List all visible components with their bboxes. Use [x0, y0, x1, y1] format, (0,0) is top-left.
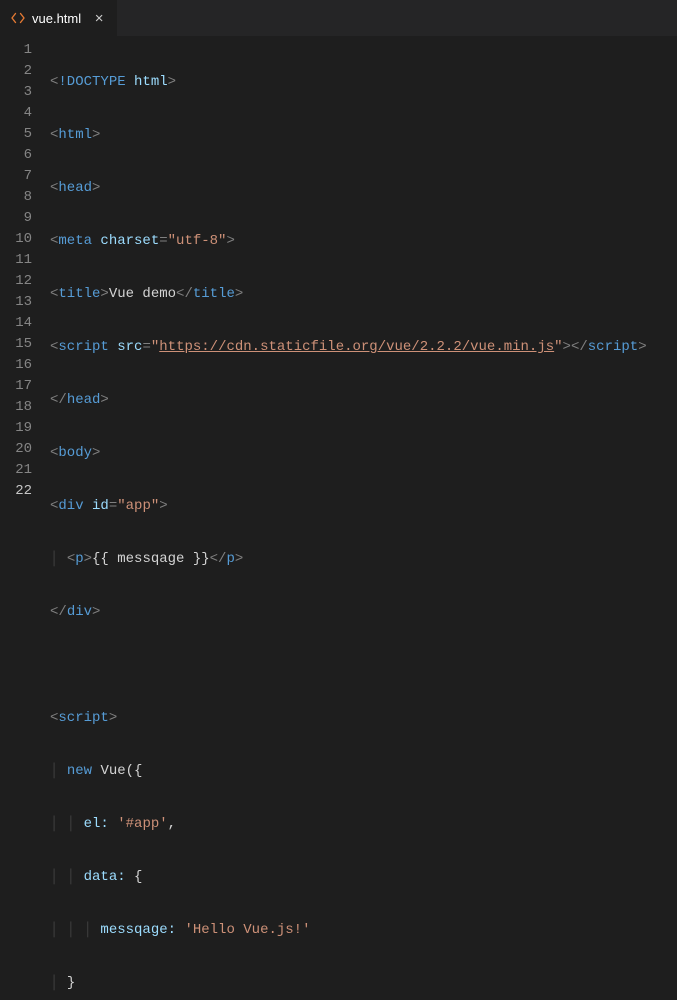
editor: 1 2 3 4 5 6 7 8 9 10 11 12 13 14 15 16 1…	[0, 36, 677, 500]
line-number: 19	[0, 418, 32, 439]
line-number: 14	[0, 313, 32, 334]
line-number: 7	[0, 166, 32, 187]
code-line: </head>	[50, 390, 677, 411]
code-line: │ <p>{{ messqage }}</p>	[50, 549, 677, 570]
line-number: 1	[0, 40, 32, 61]
line-number: 8	[0, 187, 32, 208]
line-number: 3	[0, 82, 32, 103]
line-number: 16	[0, 355, 32, 376]
code-line: │ new Vue({	[50, 761, 677, 782]
code-line	[50, 655, 677, 676]
line-number: 20	[0, 439, 32, 460]
tab-label: vue.html	[32, 11, 81, 26]
line-number: 18	[0, 397, 32, 418]
code-icon	[10, 10, 26, 26]
line-number: 21	[0, 460, 32, 481]
code-area[interactable]: <!DOCTYPE html> <html> <head> <meta char…	[50, 36, 677, 500]
close-icon[interactable]: ×	[91, 10, 107, 26]
line-number: 9	[0, 208, 32, 229]
tab-vue-html[interactable]: vue.html ×	[0, 0, 118, 36]
line-number-gutter: 1 2 3 4 5 6 7 8 9 10 11 12 13 14 15 16 1…	[0, 36, 50, 500]
line-number: 6	[0, 145, 32, 166]
code-line: <title>Vue demo</title>	[50, 284, 677, 305]
code-line: │ }	[50, 973, 677, 994]
tab-bar: vue.html ×	[0, 0, 677, 36]
code-line: <script src="https://cdn.staticfile.org/…	[50, 337, 677, 358]
code-line: <body>	[50, 443, 677, 464]
line-number: 17	[0, 376, 32, 397]
code-line: <meta charset="utf-8">	[50, 231, 677, 252]
code-line: │ │ el: '#app',	[50, 814, 677, 835]
code-line: </div>	[50, 602, 677, 623]
line-number: 13	[0, 292, 32, 313]
line-number: 2	[0, 61, 32, 82]
line-number: 10	[0, 229, 32, 250]
code-line: <!DOCTYPE html>	[50, 72, 677, 93]
code-line: <html>	[50, 125, 677, 146]
code-line: <head>	[50, 178, 677, 199]
code-line: │ │ data: {	[50, 867, 677, 888]
line-number: 22	[0, 481, 32, 502]
line-number: 4	[0, 103, 32, 124]
line-number: 11	[0, 250, 32, 271]
code-line: │ │ │ messqage: 'Hello Vue.js!'	[50, 920, 677, 941]
code-line: <div id="app">	[50, 496, 677, 517]
line-number: 5	[0, 124, 32, 145]
line-number: 12	[0, 271, 32, 292]
code-line: <script>	[50, 708, 677, 729]
line-number: 15	[0, 334, 32, 355]
